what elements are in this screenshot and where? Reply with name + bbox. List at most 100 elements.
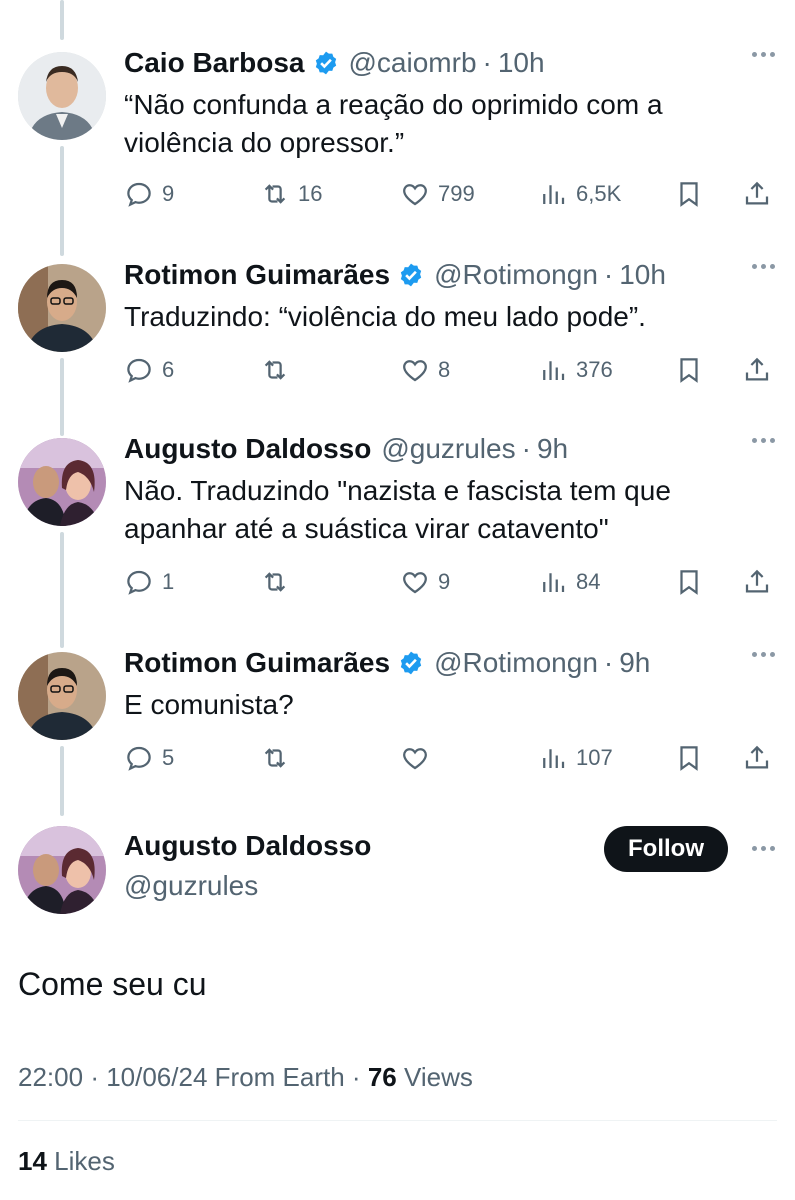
views-label: Views (403, 1062, 473, 1092)
views-button[interactable]: 84 (538, 562, 600, 602)
views-icon (543, 361, 565, 380)
repost-button[interactable] (260, 738, 298, 778)
main-avatar[interactable] (18, 826, 106, 914)
follow-button[interactable]: Follow (604, 826, 728, 872)
share-icon (745, 181, 769, 205)
avatar[interactable] (18, 438, 106, 526)
reply-button[interactable]: 6 (124, 350, 174, 390)
tweet-text: E comunista? (124, 689, 294, 720)
bookmark-button[interactable] (674, 350, 704, 390)
timestamp[interactable]: 9h (537, 433, 568, 465)
views-count: 376 (576, 357, 613, 382)
avatar[interactable] (18, 652, 106, 740)
like-count: 8 (438, 357, 451, 382)
reply-icon (127, 182, 151, 207)
more-icon[interactable] (752, 438, 775, 443)
more-icon[interactable] (752, 52, 775, 57)
verified-badge-icon (400, 263, 422, 287)
like-button[interactable] (400, 738, 438, 778)
share-button[interactable] (742, 174, 772, 214)
views-button[interactable]: 6,5K (538, 174, 621, 214)
reply-icon (127, 358, 151, 383)
tweet-text: Traduzindo: “violência do meu lado pode”… (124, 301, 646, 332)
bookmark-button[interactable] (674, 562, 704, 602)
bookmark-button[interactable] (674, 174, 704, 214)
tweet-text: Não. Traduzindo "nazista e fascista tem … (124, 475, 671, 544)
separator-dot: · (482, 47, 492, 78)
repost-button[interactable] (260, 350, 298, 390)
thread-line (60, 146, 64, 256)
more-icon[interactable] (752, 846, 775, 851)
like-count: 9 (438, 569, 451, 594)
author-name[interactable]: Augusto Daldosso (124, 433, 371, 465)
tweet-text: “Não confunda a reação do oprimido com a… (124, 89, 663, 158)
tweet-source: From Earth (214, 1062, 345, 1092)
reply-count: 6 (162, 357, 175, 382)
bookmark-button[interactable] (674, 738, 704, 778)
like-button[interactable]: 799 (400, 174, 475, 214)
share-button[interactable] (742, 562, 772, 602)
author-handle[interactable]: @Rotimongn (434, 259, 598, 291)
thread-line (60, 746, 64, 816)
action-bar: 6 8 376 (124, 350, 784, 390)
timestamp[interactable]: 9h (619, 647, 650, 679)
main-tweet-text: Come seu cu (18, 966, 207, 1002)
repost-icon (264, 572, 286, 592)
like-icon (403, 184, 427, 206)
reply-button[interactable]: 5 (124, 738, 174, 778)
likes-label: Likes (54, 1146, 115, 1176)
repost-icon (264, 748, 286, 768)
main-author-handle[interactable]: @guzrules (124, 870, 258, 902)
separator-dot: · (603, 647, 614, 678)
timestamp[interactable]: 10h (619, 259, 666, 291)
reply-button[interactable]: 9 (124, 174, 174, 214)
views-icon (543, 185, 565, 204)
share-button[interactable] (742, 738, 772, 778)
verified-badge-icon (400, 651, 422, 675)
views-count: 107 (576, 745, 613, 770)
like-icon (403, 572, 427, 594)
more-icon[interactable] (752, 264, 775, 269)
avatar[interactable] (18, 264, 106, 352)
views-button[interactable]: 107 (538, 738, 613, 778)
author-name[interactable]: Caio Barbosa (124, 47, 305, 79)
separator-dot: · (603, 259, 614, 290)
like-button[interactable]: 8 (400, 350, 450, 390)
repost-button[interactable] (260, 562, 298, 602)
likes-total: 14 (18, 1146, 47, 1176)
repost-button[interactable]: 16 (260, 174, 322, 214)
likes-summary[interactable]: 14 Likes (18, 1146, 115, 1177)
author-handle[interactable]: @guzrules (381, 433, 515, 465)
tweet-time[interactable]: 22:00 (18, 1062, 83, 1092)
repost-icon (264, 360, 286, 380)
author-name[interactable]: Rotimon Guimarães (124, 259, 390, 291)
more-icon[interactable] (752, 652, 775, 657)
verified-badge-icon (315, 51, 336, 75)
author-handle[interactable]: @caiomrb (349, 47, 477, 79)
share-button[interactable] (742, 350, 772, 390)
views-button[interactable]: 376 (538, 350, 613, 390)
timestamp[interactable]: 10h (498, 47, 545, 79)
tweet-meta: 22:00 · 10/06/24 From Earth · 76 Views (18, 1062, 473, 1093)
bookmark-icon (680, 358, 698, 383)
repost-icon (264, 184, 286, 204)
share-icon (745, 357, 769, 381)
avatar[interactable] (18, 52, 106, 140)
tweet-date[interactable]: 10/06/24 (106, 1062, 207, 1092)
bookmark-icon (680, 570, 698, 595)
main-author-name[interactable]: Augusto Daldosso (124, 830, 371, 862)
author-handle[interactable]: @Rotimongn (434, 647, 598, 679)
like-icon (403, 748, 427, 770)
action-bar: 9 16 799 6,5K (124, 174, 784, 214)
reply-count: 1 (162, 569, 175, 594)
views-icon (543, 573, 565, 592)
author-name[interactable]: Rotimon Guimarães (124, 647, 390, 679)
reply-count: 9 (162, 181, 175, 206)
bookmark-icon (680, 746, 698, 771)
share-icon (745, 569, 769, 593)
action-bar: 5 107 (124, 738, 784, 778)
reply-icon (127, 746, 151, 771)
like-button[interactable]: 9 (400, 562, 450, 602)
thread-line (60, 358, 64, 436)
reply-button[interactable]: 1 (124, 562, 174, 602)
